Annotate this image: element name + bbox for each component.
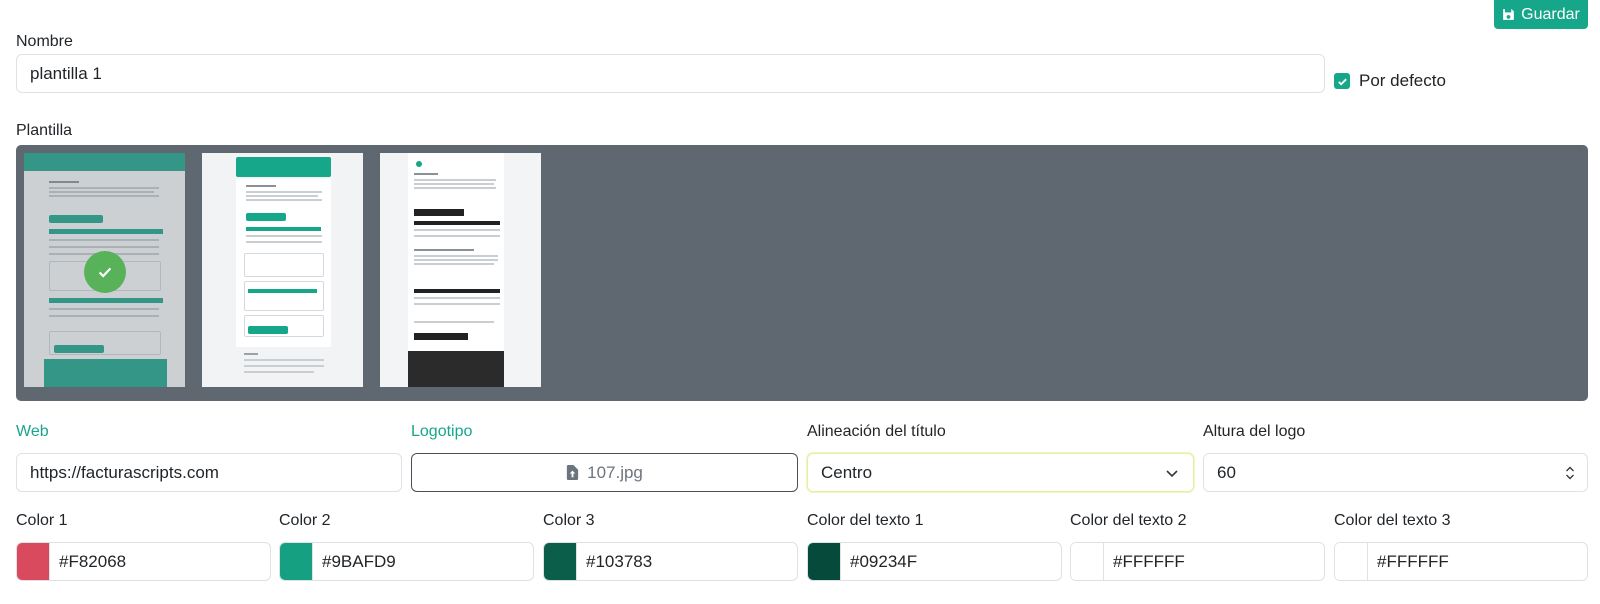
template-header xyxy=(24,153,185,171)
logo-label: Logotipo xyxy=(411,423,473,440)
title-align-select[interactable]: Centro xyxy=(807,453,1194,492)
name-input[interactable]: plantilla 1 xyxy=(16,54,1325,93)
title-align-label: Alineación del título xyxy=(807,423,946,440)
spinner-arrows-icon[interactable] xyxy=(1565,465,1575,481)
color-1-value: #F82068 xyxy=(59,551,127,571)
color-2-value: #9BAFD9 xyxy=(322,551,396,571)
color-3-swatch[interactable] xyxy=(544,543,577,580)
color-2-label: Color 2 xyxy=(279,512,331,529)
default-checkbox[interactable] xyxy=(1334,73,1350,89)
template-thumbnail-3[interactable] xyxy=(380,153,541,387)
logo-file-input[interactable]: 107.jpg xyxy=(411,453,798,492)
text-color-3-swatch[interactable] xyxy=(1335,543,1368,580)
default-checkbox-label: Por defecto xyxy=(1359,71,1446,90)
checkmark-icon xyxy=(1337,78,1347,86)
color-1-field[interactable]: #F82068 xyxy=(16,542,271,581)
text-color-2-swatch[interactable] xyxy=(1071,543,1104,580)
web-value: https://facturascripts.com xyxy=(30,462,219,482)
color-3-field[interactable]: #103783 xyxy=(543,542,798,581)
text-color-1-value: #09234F xyxy=(850,551,918,571)
save-button[interactable]: Guardar xyxy=(1494,0,1588,29)
template-thumbnail-1[interactable] xyxy=(24,153,185,387)
web-label: Web xyxy=(16,423,49,440)
text-color-3-field[interactable]: #FFFFFF xyxy=(1334,542,1588,581)
checkmark-icon xyxy=(98,267,112,278)
color-2-field[interactable]: #9BAFD9 xyxy=(279,542,534,581)
color-1-swatch[interactable] xyxy=(17,543,50,580)
save-button-label: Guardar xyxy=(1521,5,1580,23)
color-3-label: Color 3 xyxy=(543,512,595,529)
text-color-3-label: Color del texto 3 xyxy=(1334,512,1451,529)
text-color-3-value: #FFFFFF xyxy=(1377,551,1449,571)
selected-check-badge xyxy=(84,251,126,293)
logo-height-value: 60 xyxy=(1217,462,1236,482)
logo-height-label: Altura del logo xyxy=(1203,423,1306,440)
default-checkbox-group[interactable]: Por defecto xyxy=(1334,71,1446,91)
logo-height-input[interactable]: 60 xyxy=(1203,453,1588,492)
text-color-2-value: #FFFFFF xyxy=(1113,551,1185,571)
file-upload-icon xyxy=(566,465,579,480)
template-label: Plantilla xyxy=(16,122,73,139)
color-3-value: #103783 xyxy=(586,551,653,571)
color-2-swatch[interactable] xyxy=(280,543,313,580)
name-label: Nombre xyxy=(16,33,73,50)
text-color-1-swatch[interactable] xyxy=(808,543,841,580)
template-thumbnail-2[interactable] xyxy=(202,153,363,387)
text-color-2-label: Color del texto 2 xyxy=(1070,512,1187,529)
name-value: plantilla 1 xyxy=(30,63,102,83)
web-input[interactable]: https://facturascripts.com xyxy=(16,453,402,492)
logo-file-name: 107.jpg xyxy=(587,462,643,482)
template-gallery xyxy=(16,145,1588,401)
color-1-label: Color 1 xyxy=(16,512,68,529)
text-color-1-label: Color del texto 1 xyxy=(807,512,924,529)
text-color-2-field[interactable]: #FFFFFF xyxy=(1070,542,1325,581)
floppy-disk-icon xyxy=(1502,8,1515,21)
title-align-value: Centro xyxy=(821,462,873,482)
text-color-1-field[interactable]: #09234F xyxy=(807,542,1062,581)
chevron-down-icon xyxy=(1166,469,1178,477)
